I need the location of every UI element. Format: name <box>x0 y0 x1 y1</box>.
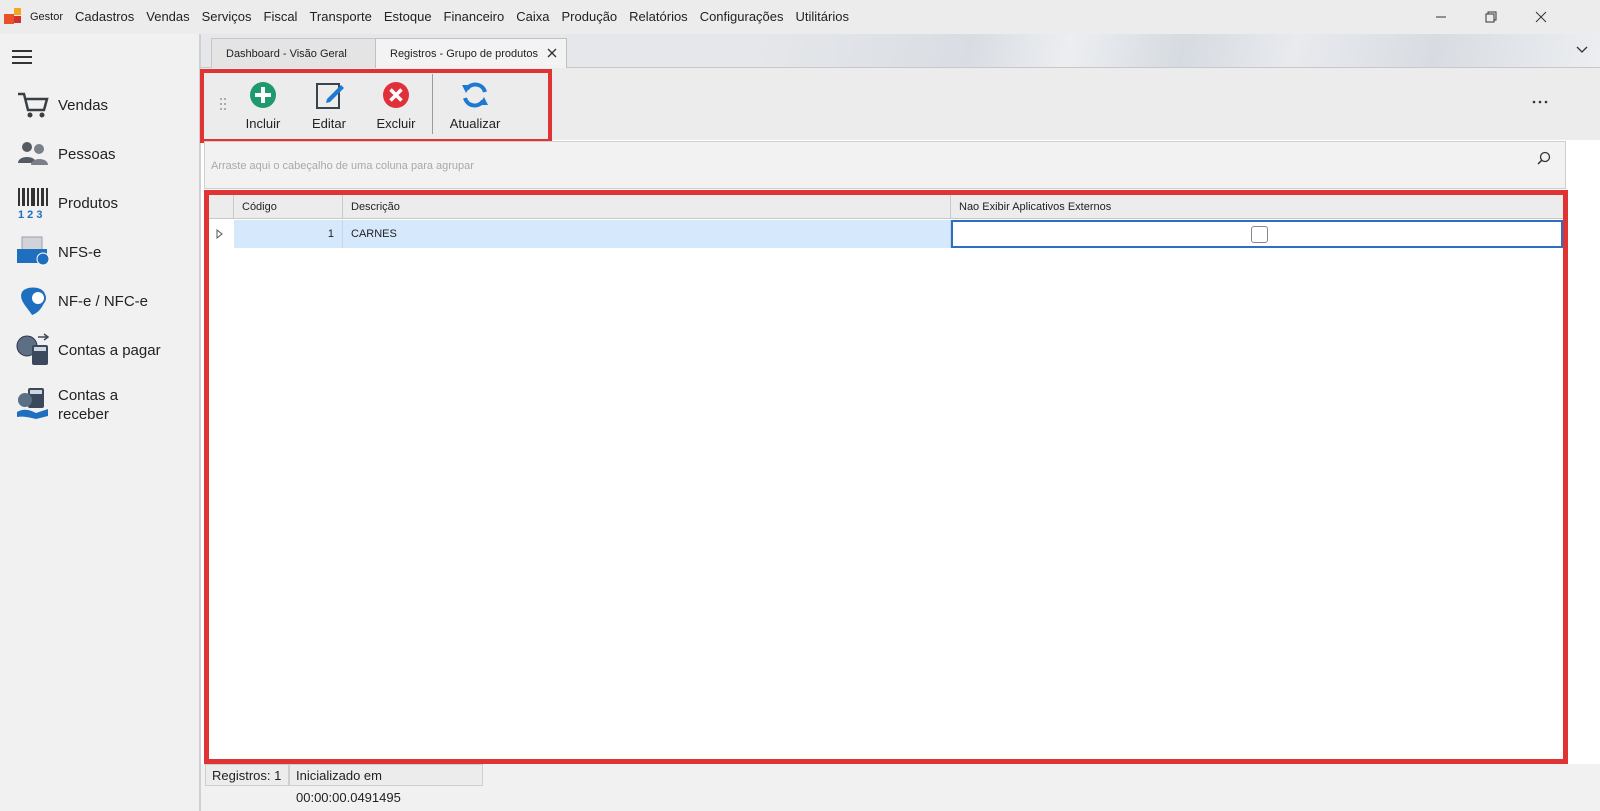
bills-to-receive-icon <box>17 388 48 419</box>
tab-label: Registros - Grupo de produtos <box>390 47 538 60</box>
edit-icon <box>316 83 344 109</box>
row-pointer-icon <box>216 228 223 240</box>
tab-label: Dashboard - Visão Geral <box>226 47 347 60</box>
hamburger-menu-icon[interactable] <box>12 50 32 64</box>
menu-item-gestor[interactable]: Gestor <box>30 0 69 34</box>
group-by-panel[interactable]: Arraste aqui o cabeçalho de uma coluna p… <box>204 141 1566 189</box>
sidebar-item-nfse[interactable]: NFS-e <box>16 235 196 269</box>
bills-to-pay-icon <box>16 333 50 365</box>
group-by-placeholder: Arraste aqui o cabeçalho de uma coluna p… <box>211 160 474 172</box>
refresh-label: Atualizar <box>449 116 501 131</box>
barcode-icon: 1 2 3 <box>18 188 48 220</box>
status-bar: Registros: 1 Inicializado em 00:00:00.04… <box>201 764 1600 811</box>
sidebar-item-label: Contas a receber <box>58 387 119 423</box>
sidebar-item-pessoas[interactable]: Pessoas <box>16 137 196 171</box>
sidebar-item-label: Pessoas <box>58 145 116 163</box>
row-indicator[interactable] <box>209 220 234 248</box>
search-icon[interactable] <box>1537 151 1551 165</box>
nfe-icon <box>21 287 46 315</box>
sidebar-item-label: Vendas <box>58 96 109 114</box>
close-icon <box>1535 11 1547 23</box>
tab-dashboard[interactable]: Dashboard - Visão Geral <box>211 38 376 68</box>
delete-circle-icon <box>383 82 409 108</box>
cell-descricao[interactable]: CARNES <box>343 220 951 248</box>
restore-icon <box>1485 11 1497 23</box>
document-tabs: Dashboard - Visão Geral Registros - Grup… <box>201 34 1600 69</box>
cell-codigo[interactable]: 1 <box>234 220 343 248</box>
svg-text:1 2 3: 1 2 3 <box>18 209 42 220</box>
restore-button[interactable] <box>1466 0 1516 34</box>
sidebar-item-label: NF-e / NFC-e <box>58 292 148 310</box>
minimize-button[interactable] <box>1416 0 1466 34</box>
include-button[interactable]: Incluir <box>233 78 293 134</box>
column-header-descricao[interactable]: Descrição <box>343 195 951 219</box>
menu-item-estoque[interactable]: Estoque <box>378 0 438 34</box>
refresh-icon <box>462 82 488 108</box>
sidebar-item-nfe[interactable]: NF-e / NFC-e <box>16 284 196 318</box>
toolbar-separator <box>432 74 433 134</box>
nfse-icon <box>17 236 50 266</box>
grid-header: Código Descrição Nao Exibir Aplicativos … <box>209 195 1563 219</box>
menu-item-configuracoes[interactable]: Configurações <box>694 0 790 34</box>
shopping-cart-icon <box>18 92 49 118</box>
menu-item-producao[interactable]: Produção <box>556 0 624 34</box>
edit-button[interactable]: Editar <box>299 78 359 134</box>
sidebar-item-contas-receber[interactable]: Contas a receber <box>16 386 196 424</box>
add-circle-icon <box>250 82 276 108</box>
menu-item-fiscal[interactable]: Fiscal <box>258 0 304 34</box>
refresh-button[interactable]: Atualizar <box>445 78 505 134</box>
people-icon <box>18 142 48 165</box>
menu-item-cadastros[interactable]: Cadastros <box>69 0 140 34</box>
chevron-down-icon[interactable] <box>1576 45 1588 55</box>
more-options-icon[interactable] <box>1530 96 1550 108</box>
sidebar-item-vendas[interactable]: Vendas <box>16 88 196 122</box>
sidebar-item-label: NFS-e <box>58 243 102 261</box>
include-label: Incluir <box>245 116 281 131</box>
close-tab-icon[interactable] <box>546 47 558 59</box>
cell-nao-exibir[interactable] <box>951 220 1563 248</box>
minimize-icon <box>1436 16 1446 18</box>
drag-handle-icon[interactable] <box>219 97 227 111</box>
sidebar-item-label: Contas a pagar <box>58 341 161 359</box>
table-row[interactable]: 1 CARNES <box>209 220 1563 248</box>
menu-item-utilitarios[interactable]: Utilitários <box>790 0 855 34</box>
sidebar-item-produtos[interactable]: 1 2 3 Produtos <box>16 186 196 220</box>
sidebar-item-label: Produtos <box>58 194 119 212</box>
menu-item-financeiro[interactable]: Financeiro <box>438 0 511 34</box>
app-logo-icon <box>4 8 21 24</box>
initialized-time: Inicializado em 00:00:00.0491495 <box>289 764 483 805</box>
title-bar: Gestor Cadastros Vendas Serviços Fiscal … <box>0 0 1600 34</box>
sidebar-item-contas-pagar[interactable]: Contas a pagar <box>16 333 196 367</box>
menu-item-transporte[interactable]: Transporte <box>303 0 377 34</box>
nao-exibir-checkbox[interactable] <box>1251 226 1268 243</box>
column-header-codigo[interactable]: Código <box>234 195 343 219</box>
menu-item-servicos[interactable]: Serviços <box>196 0 258 34</box>
sidebar: Vendas Pessoas 1 2 3 Produtos NFS-e NF-e… <box>0 34 201 811</box>
menu-item-caixa[interactable]: Caixa <box>510 0 555 34</box>
delete-label: Excluir <box>376 116 416 131</box>
data-grid: Código Descrição Nao Exibir Aplicativos … <box>204 190 1568 764</box>
records-count: Registros: 1 <box>205 764 289 786</box>
edit-label: Editar <box>312 116 346 131</box>
row-indicator-header <box>209 195 234 219</box>
close-window-button[interactable] <box>1516 0 1566 34</box>
menu-item-vendas[interactable]: Vendas <box>140 0 195 34</box>
menu-item-relatorios[interactable]: Relatórios <box>623 0 694 34</box>
delete-button[interactable]: Excluir <box>366 78 426 134</box>
tab-grupo-produtos[interactable]: Registros - Grupo de produtos <box>375 38 567 69</box>
column-header-nao-exibir[interactable]: Nao Exibir Aplicativos Externos <box>951 195 1563 219</box>
main-menu: Gestor Cadastros Vendas Serviços Fiscal … <box>30 0 855 34</box>
